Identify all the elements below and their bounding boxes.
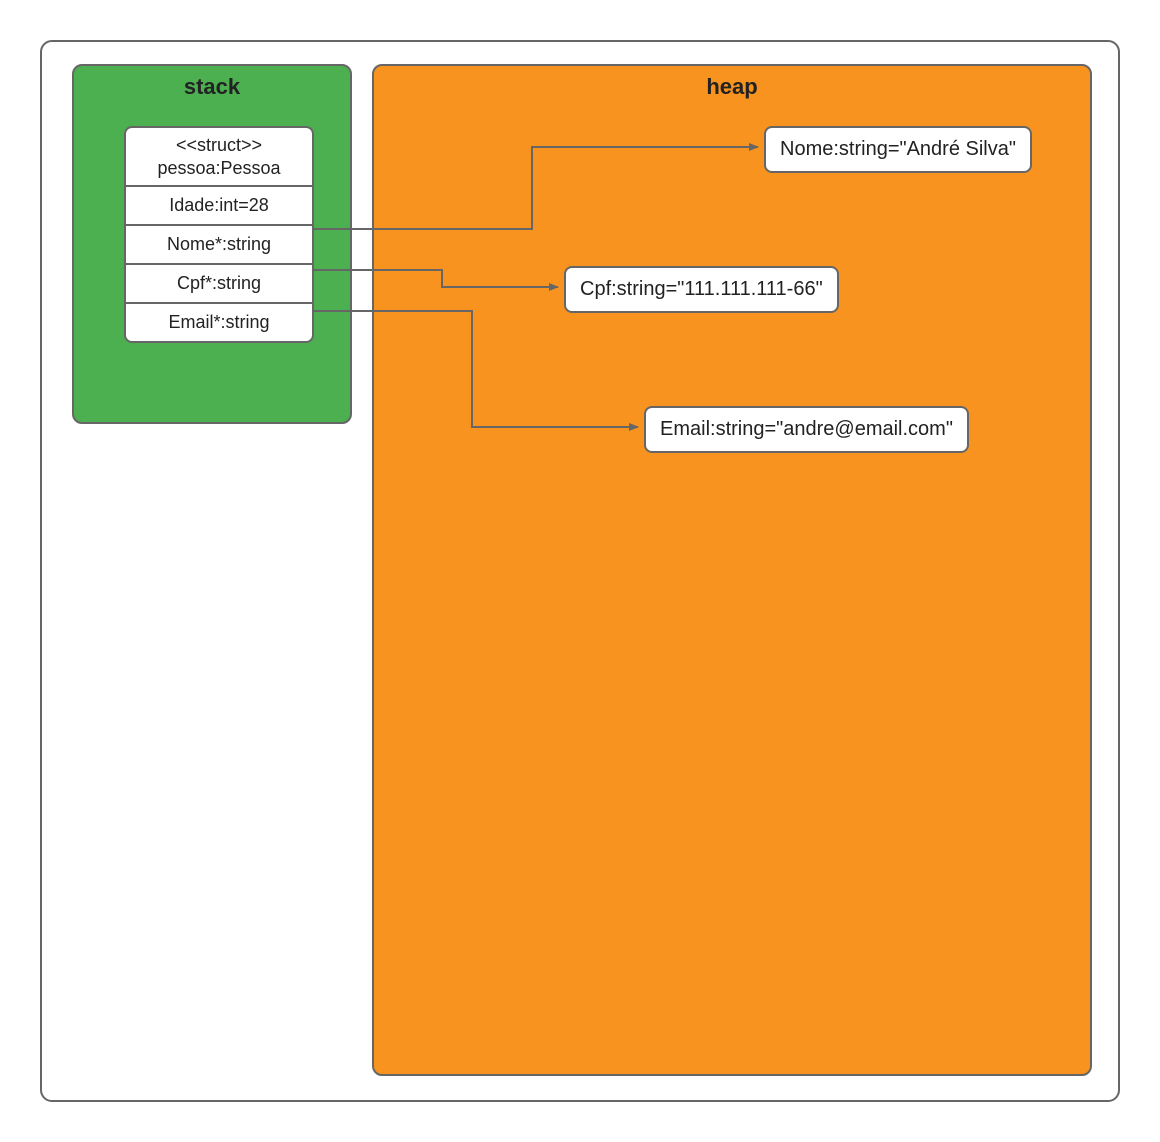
struct-field-email: Email*:string bbox=[126, 302, 312, 341]
struct-field-idade: Idade:int=28 bbox=[126, 185, 312, 224]
heap-object-nome: Nome:string="André Silva" bbox=[764, 126, 1032, 173]
heap-title: heap bbox=[374, 66, 1090, 100]
struct-name: pessoa:Pessoa bbox=[157, 158, 280, 178]
struct-box: <<struct>> pessoa:Pessoa Idade:int=28 No… bbox=[124, 126, 314, 343]
struct-header: <<struct>> pessoa:Pessoa bbox=[126, 128, 312, 185]
diagram-canvas: stack <<struct>> pessoa:Pessoa Idade:int… bbox=[0, 0, 1160, 1142]
stack-region: stack <<struct>> pessoa:Pessoa Idade:int… bbox=[72, 64, 352, 424]
heap-object-email: Email:string="andre@email.com" bbox=[644, 406, 969, 453]
struct-stereotype: <<struct>> bbox=[176, 135, 262, 155]
struct-field-cpf: Cpf*:string bbox=[126, 263, 312, 302]
outer-container: stack <<struct>> pessoa:Pessoa Idade:int… bbox=[40, 40, 1120, 1102]
heap-object-cpf: Cpf:string="111.111.111-66" bbox=[564, 266, 839, 313]
struct-field-nome: Nome*:string bbox=[126, 224, 312, 263]
stack-title: stack bbox=[74, 66, 350, 100]
heap-region: heap Nome:string="André Silva" Cpf:strin… bbox=[372, 64, 1092, 1076]
